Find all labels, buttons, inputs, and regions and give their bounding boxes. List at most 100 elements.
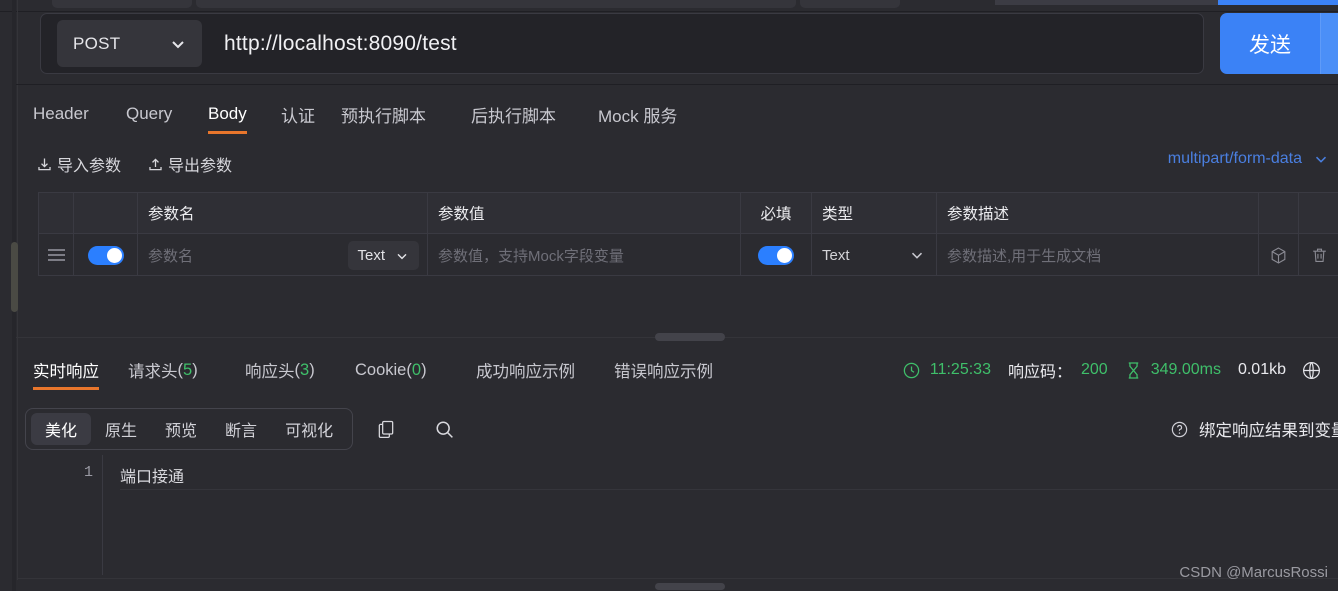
url-input-box[interactable]: POST http://localhost:8090/test [40, 13, 1204, 74]
response-tab-realtime-label: 实时响应 [33, 358, 99, 382]
import-icon [36, 156, 53, 173]
top-cutoff-strip [0, 0, 1338, 12]
param-type-value: Text [822, 247, 850, 264]
viewer-mode-group: 美化 原生 预览 断言 可视化 [25, 408, 353, 450]
content-type-select[interactable]: multipart/form-data [1168, 150, 1330, 168]
top-partial-chip-2 [196, 0, 796, 8]
request-tab-mock-service[interactable]: Mock 服务 [598, 92, 677, 136]
response-tab-cookie[interactable]: Cookie (0) [355, 350, 427, 390]
cookie-count: 0 [412, 361, 421, 380]
col-param-value: 参数值 [428, 193, 741, 233]
response-tab-success-example-label: 成功响应示例 [476, 358, 575, 382]
viewer-mode-visualize[interactable]: 可视化 [271, 413, 347, 445]
request-tab-query[interactable]: Query [126, 92, 172, 136]
horizontal-scrollbar-thumb[interactable] [655, 583, 725, 590]
col-drag [39, 193, 74, 233]
bind-response-label: 绑定响应结果到变量 [1199, 417, 1338, 441]
response-tab-request-headers-label: 请求头 [128, 358, 178, 382]
bottom-divider [17, 578, 1338, 579]
bind-response-to-variable-button[interactable]: 绑定响应结果到变量 [1170, 410, 1338, 448]
col-param-name: 参数名 [138, 193, 428, 233]
code-line-text: 端口接通 [120, 463, 184, 487]
param-value-input[interactable]: 参数值，支持Mock字段变量 [428, 234, 741, 276]
method-select-value: POST [73, 34, 121, 54]
viewer-mode-preview[interactable]: 预览 [151, 413, 211, 445]
params-table-header: 参数名 参数值 必填 类型 参数描述 [39, 193, 1338, 233]
response-tab-response-headers[interactable]: 响应头 (3) [245, 350, 315, 390]
response-tab-request-headers[interactable]: 请求头 (5) [128, 350, 198, 390]
table-row: 参数名 Text 参数值，支持Mock字段变量 Text [39, 233, 1338, 276]
export-icon [147, 156, 164, 173]
viewer-mode-beautify[interactable]: 美化 [31, 413, 91, 445]
top-partial-chip-3 [800, 0, 900, 8]
export-params-label: 导出参数 [168, 152, 232, 176]
chevron-down-icon [908, 246, 926, 264]
param-name-input[interactable]: 参数名 Text [138, 234, 428, 276]
content-type-value: multipart/form-data [1168, 150, 1302, 168]
param-name-type-value: Text [357, 247, 385, 264]
row-delete-button[interactable] [1299, 234, 1338, 276]
top-partial-bar [995, 0, 1338, 5]
param-description-input[interactable]: 参数描述,用于生成文档 [937, 234, 1259, 276]
status-code-label: 响应码： [1008, 358, 1072, 382]
param-name-type-select[interactable]: Text [348, 241, 419, 270]
response-tab-realtime[interactable]: 实时响应 [33, 350, 99, 390]
param-toolbar: 导入参数 导出参数 [36, 146, 232, 182]
col-required: 必填 [741, 193, 812, 233]
send-button[interactable]: 发送 [1220, 13, 1320, 74]
col-extra-1 [1259, 193, 1299, 233]
chevron-down-icon [394, 248, 410, 264]
response-duration: 349.00ms [1151, 361, 1221, 379]
request-bar-divider [16, 84, 1338, 85]
row-mock-button[interactable] [1259, 234, 1299, 276]
col-type: 类型 [812, 193, 937, 233]
request-tab-auth[interactable]: 认证 [281, 92, 315, 136]
request-tab-body[interactable]: Body [208, 92, 247, 136]
export-params-button[interactable]: 导出参数 [147, 152, 232, 176]
toggle-switch-on[interactable] [758, 246, 794, 265]
chevron-down-icon [168, 34, 188, 54]
response-tab-error-example[interactable]: 错误响应示例 [614, 350, 713, 390]
param-type-select[interactable]: Text [812, 234, 937, 276]
help-icon [1170, 420, 1189, 439]
response-body-viewer[interactable]: 1 端口接通 [16, 455, 1338, 575]
viewer-mode-raw[interactable]: 原生 [91, 413, 151, 445]
gutter-divider [102, 455, 103, 575]
response-tab-error-example-label: 错误响应示例 [614, 358, 713, 382]
toggle-switch-on[interactable] [88, 246, 124, 265]
viewer-mode-assert[interactable]: 断言 [211, 413, 271, 445]
col-extra-2 [1299, 193, 1338, 233]
line-number: 1 [71, 464, 93, 481]
request-tabs: Header Query Body 认证 预执行脚本 后执行脚本 Mock 服务 [16, 92, 1338, 136]
response-headers-count: 3 [300, 361, 309, 380]
method-select[interactable]: POST [57, 20, 202, 67]
response-tab-response-headers-label: 响应头 [245, 358, 295, 382]
top-partial-chip-1 [52, 0, 192, 8]
response-tab-success-example[interactable]: 成功响应示例 [476, 350, 575, 390]
send-options-button[interactable] [1320, 13, 1338, 74]
search-button[interactable] [423, 408, 465, 450]
clock-icon [902, 361, 921, 380]
request-tab-post-script[interactable]: 后执行脚本 [471, 92, 556, 136]
panel-splitter-grip[interactable] [655, 333, 725, 341]
request-headers-count: 5 [183, 361, 192, 380]
api-client-window: POST http://localhost:8090/test 发送 Heade… [0, 0, 1338, 591]
param-description-placeholder: 参数描述,用于生成文档 [947, 245, 1101, 266]
url-input[interactable]: http://localhost:8090/test [224, 32, 457, 56]
globe-icon[interactable] [1301, 360, 1322, 381]
row-enabled-toggle[interactable] [74, 234, 138, 276]
row-drag-handle[interactable] [39, 234, 74, 276]
row-required-toggle[interactable] [741, 234, 812, 276]
request-tab-pre-script[interactable]: 预执行脚本 [341, 92, 426, 136]
response-time: 11:25:33 [930, 361, 991, 379]
copy-button[interactable] [365, 408, 407, 450]
drag-handle-icon [48, 246, 65, 265]
request-tab-header[interactable]: Header [33, 92, 89, 136]
col-description: 参数描述 [937, 193, 1259, 233]
search-icon [434, 419, 455, 440]
import-params-button[interactable]: 导入参数 [36, 152, 121, 176]
viewer-toolbar: 美化 原生 预览 断言 可视化 [25, 408, 465, 450]
vertical-scrollbar-thumb[interactable] [11, 242, 18, 312]
import-params-label: 导入参数 [57, 152, 121, 176]
col-enabled [74, 193, 138, 233]
